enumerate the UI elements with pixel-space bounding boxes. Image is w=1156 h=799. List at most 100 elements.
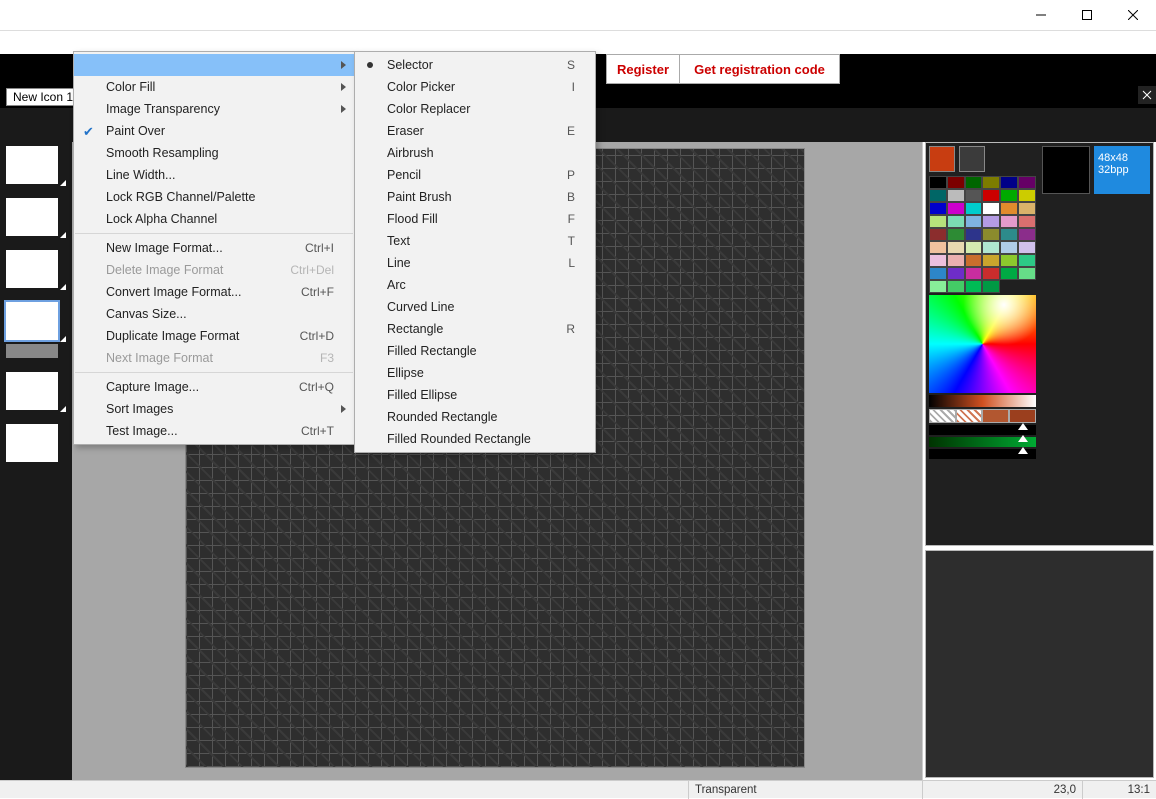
palette-swatch[interactable]: [982, 176, 1000, 189]
minimize-button[interactable]: [1018, 0, 1064, 30]
palette-swatch[interactable]: [1018, 189, 1036, 202]
lightness-slider[interactable]: [929, 395, 1036, 407]
close-button[interactable]: [1110, 0, 1156, 30]
palette-swatch[interactable]: [1000, 241, 1018, 254]
palette-swatch[interactable]: [982, 189, 1000, 202]
palette-swatch[interactable]: [1000, 202, 1018, 215]
menu-item-line_width[interactable]: Line Width...: [74, 164, 354, 186]
submenu-item-text[interactable]: TextT: [355, 230, 595, 252]
thumb-size-6[interactable]: [6, 424, 58, 462]
menu-item-test_image[interactable]: Test Image...Ctrl+T: [74, 420, 354, 442]
palette-swatch[interactable]: [947, 241, 965, 254]
palette-swatch[interactable]: [982, 202, 1000, 215]
palette-swatch[interactable]: [929, 215, 947, 228]
palette-swatch[interactable]: [929, 228, 947, 241]
maximize-button[interactable]: [1064, 0, 1110, 30]
palette-swatch[interactable]: [947, 189, 965, 202]
palette-swatch[interactable]: [929, 254, 947, 267]
palette-swatch[interactable]: [947, 215, 965, 228]
palette-swatch[interactable]: [982, 215, 1000, 228]
palette-swatch[interactable]: [1000, 228, 1018, 241]
palette-swatch[interactable]: [947, 254, 965, 267]
tab-close-button[interactable]: [1138, 86, 1156, 104]
submenu-item-color_replacer[interactable]: Color Replacer: [355, 98, 595, 120]
palette-swatch[interactable]: [929, 189, 947, 202]
submenu-item-selector[interactable]: SelectorS: [355, 54, 595, 76]
menu-item-paint_over[interactable]: ✔Paint Over: [74, 120, 354, 142]
menu-item-sort_images[interactable]: Sort Images: [74, 398, 354, 420]
palette-swatch[interactable]: [1000, 254, 1018, 267]
alpha-slider[interactable]: [929, 425, 1036, 435]
palette-swatch[interactable]: [982, 254, 1000, 267]
palette-swatch[interactable]: [982, 280, 1000, 293]
palette-swatch[interactable]: [965, 215, 983, 228]
palette-swatch[interactable]: [965, 254, 983, 267]
menu-item-color_fill[interactable]: Color Fill: [74, 76, 354, 98]
palette-swatch[interactable]: [1018, 202, 1036, 215]
submenu-item-eraser[interactable]: EraserE: [355, 120, 595, 142]
thumb-size-selected[interactable]: [6, 302, 58, 340]
thumb-variant[interactable]: [6, 344, 58, 358]
submenu-item-line[interactable]: LineL: [355, 252, 595, 274]
palette-swatch[interactable]: [947, 228, 965, 241]
submenu-item-flood_fill[interactable]: Flood FillF: [355, 208, 595, 230]
palette-swatch[interactable]: [965, 189, 983, 202]
pattern-swatches[interactable]: [929, 409, 1036, 423]
submenu-item-filled_rectangle[interactable]: Filled Rectangle: [355, 340, 595, 362]
palette-swatch[interactable]: [982, 241, 1000, 254]
palette-swatch[interactable]: [965, 267, 983, 280]
menu-item-drawing_tool[interactable]: [74, 54, 354, 76]
foreground-color-swatch[interactable]: [929, 146, 955, 172]
palette-swatch[interactable]: [929, 202, 947, 215]
menu-item-new_img_fmt[interactable]: New Image Format...Ctrl+I: [74, 237, 354, 259]
submenu-item-filled_rounded_rect[interactable]: Filled Rounded Rectangle: [355, 428, 595, 450]
palette-swatch[interactable]: [929, 241, 947, 254]
palette-swatch[interactable]: [1018, 228, 1036, 241]
menu-item-smooth_resampling[interactable]: Smooth Resampling: [74, 142, 354, 164]
menu-item-lock_rgb[interactable]: Lock RGB Channel/Palette: [74, 186, 354, 208]
submenu-item-curved_line[interactable]: Curved Line: [355, 296, 595, 318]
submenu-item-pencil[interactable]: PencilP: [355, 164, 595, 186]
menu-item-dup_img_fmt[interactable]: Duplicate Image FormatCtrl+D: [74, 325, 354, 347]
palette-swatch[interactable]: [1000, 215, 1018, 228]
submenu-item-filled_ellipse[interactable]: Filled Ellipse: [355, 384, 595, 406]
menu-item-capture_img[interactable]: Capture Image...Ctrl+Q: [74, 376, 354, 398]
submenu-item-paint_brush[interactable]: Paint BrushB: [355, 186, 595, 208]
palette-swatch[interactable]: [965, 176, 983, 189]
submenu-item-color_picker[interactable]: Color PickerI: [355, 76, 595, 98]
palette-swatch[interactable]: [1018, 176, 1036, 189]
submenu-item-rounded_rect[interactable]: Rounded Rectangle: [355, 406, 595, 428]
palette-swatch[interactable]: [1018, 267, 1036, 280]
palette-swatch[interactable]: [965, 241, 983, 254]
black-slider[interactable]: [929, 449, 1036, 459]
palette-swatch[interactable]: [982, 267, 1000, 280]
size-badge[interactable]: 48x48 32bpp: [1094, 146, 1150, 194]
palette-swatch[interactable]: [1000, 189, 1018, 202]
palette-swatch[interactable]: [1000, 267, 1018, 280]
submenu-item-airbrush[interactable]: Airbrush: [355, 142, 595, 164]
submenu-item-arc[interactable]: Arc: [355, 274, 595, 296]
palette-swatch[interactable]: [1000, 176, 1018, 189]
palette-swatch[interactable]: [1018, 215, 1036, 228]
palette-swatch[interactable]: [929, 267, 947, 280]
palette-swatch[interactable]: [965, 228, 983, 241]
green-slider[interactable]: [929, 437, 1036, 447]
palette-swatch[interactable]: [929, 280, 947, 293]
palette-swatch[interactable]: [947, 176, 965, 189]
palette-swatch[interactable]: [1018, 254, 1036, 267]
background-color-swatch[interactable]: [959, 146, 985, 172]
thumb-size-2[interactable]: [6, 198, 58, 236]
thumb-size-1[interactable]: [6, 146, 58, 184]
color-picker-wheel[interactable]: [929, 295, 1036, 393]
menu-item-conv_img_fmt[interactable]: Convert Image Format...Ctrl+F: [74, 281, 354, 303]
document-tab-new-icon-1[interactable]: New Icon 1: [6, 88, 80, 106]
menu-item-image_transparency[interactable]: Image Transparency: [74, 98, 354, 120]
palette-swatch[interactable]: [947, 267, 965, 280]
get-registration-code-button[interactable]: Get registration code: [679, 54, 840, 84]
palette-swatch[interactable]: [965, 202, 983, 215]
palette-swatch[interactable]: [947, 280, 965, 293]
palette-swatch[interactable]: [982, 228, 1000, 241]
menu-item-canvas_size[interactable]: Canvas Size...: [74, 303, 354, 325]
thumb-size-3[interactable]: [6, 250, 58, 288]
thumb-size-5[interactable]: [6, 372, 58, 410]
